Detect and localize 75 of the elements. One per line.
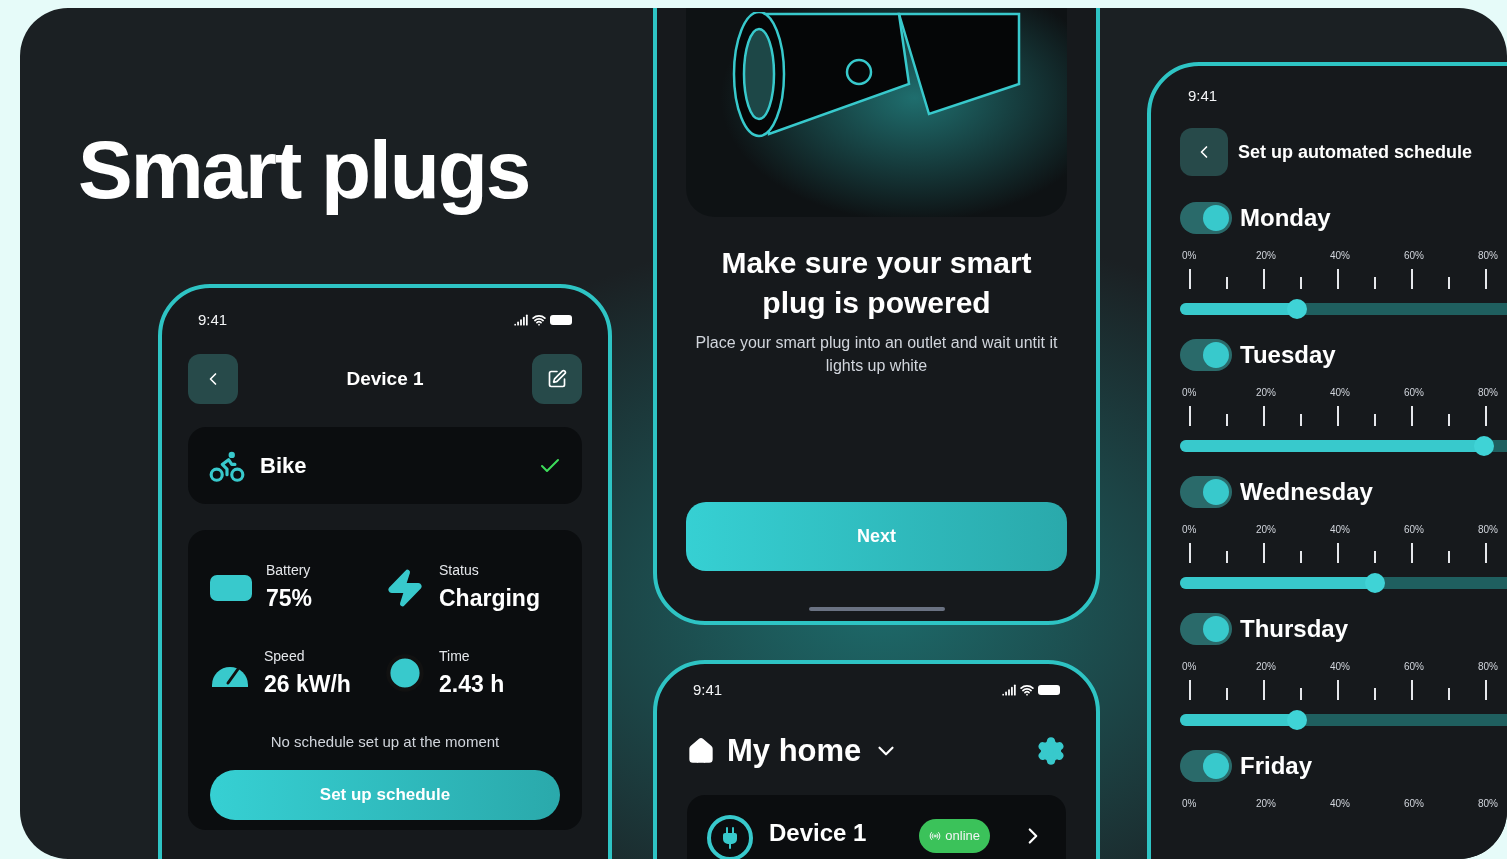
day-name: Tuesday [1240,340,1336,370]
tick-label: 20% [1256,386,1277,400]
slider-thumb[interactable] [1287,710,1307,730]
lightning-icon [385,567,425,608]
tick-label: 20% [1256,249,1277,263]
device-card[interactable]: Bike [188,427,582,504]
stat-label: Speed [264,646,306,666]
slider-thumb[interactable] [1365,573,1385,593]
battery-icon [1038,685,1060,695]
schedule-note: No schedule set up at the moment [269,732,501,752]
tick-label: 60% [1404,249,1425,263]
edit-button[interactable] [532,354,582,404]
status-badge: online [919,818,990,853]
day-toggle[interactable] [1180,613,1232,645]
device-card[interactable]: Device 1 online [687,794,1066,859]
day-name: Friday [1240,751,1313,781]
stat-value: 26 kW/h [264,669,351,699]
tick-label: 0% [1182,523,1198,537]
screen-title: Device 1 [346,366,424,391]
onboarding-description: Place your smart plug into an outlet and wait untit it lights up white [694,333,1059,376]
tick-label: 60% [1404,523,1425,537]
tick-label: 80% [1478,660,1499,674]
home-icon [687,737,715,766]
screen-title: Set up automated schedule [1238,140,1473,164]
tick-label: 40% [1330,523,1351,537]
tick-label: 80% [1478,797,1499,811]
device-name: Bike [260,452,308,480]
day-toggle[interactable] [1180,476,1232,508]
day-name: Monday [1240,203,1331,233]
tick-label: 80% [1478,386,1499,400]
battery-icon [550,315,572,325]
tick-label: 80% [1478,249,1499,263]
status-time: 9:41 [1188,85,1218,106]
tick-label: 20% [1256,660,1277,674]
day-name: Thursday [1240,614,1349,644]
signal-icon [514,313,528,327]
tick-label: 0% [1182,797,1198,811]
wifi-icon [532,313,546,327]
home-title: My home [727,732,862,770]
status-time: 9:41 [198,309,228,330]
tick-label: 0% [1182,386,1198,400]
tick-label: 80% [1478,523,1499,537]
tick-label: 60% [1404,660,1425,674]
day-toggle[interactable] [1180,750,1232,782]
tick-label: 60% [1404,797,1425,811]
tick-label: 0% [1182,660,1198,674]
tick-label: 40% [1330,660,1351,674]
stat-label: Time [439,646,471,666]
day-toggle[interactable] [1180,339,1232,371]
tick-label: 0% [1182,249,1198,263]
stat-value: 75% [266,584,313,613]
stat-label: Battery [266,561,312,580]
slider-thumb[interactable] [1474,436,1495,456]
battery-icon [210,574,252,601]
wifi-icon [1020,683,1034,697]
tick-label: 60% [1404,386,1425,400]
tick-label: 20% [1256,797,1277,811]
signal-icon [1002,683,1016,697]
plug-icon [707,814,753,859]
status-time: 9:41 [693,679,723,700]
tick-label: 40% [1330,249,1351,263]
stat-label: Status [439,561,480,580]
settings-icon[interactable] [1036,736,1066,767]
headline: Smart plugs [78,123,530,217]
tick-label: 40% [1330,797,1351,811]
slider-thumb[interactable] [1287,299,1307,319]
onboarding-title: Make sure your smart plug is powered [720,245,1033,321]
device-name: Device 1 [769,817,868,848]
stat-value: 2.43 h [439,669,505,699]
stat-value: Charging [439,584,540,613]
tick-label: 40% [1330,386,1351,400]
tick-label: 20% [1256,523,1277,537]
day-toggle[interactable] [1180,202,1232,234]
day-name: Wednesday [1240,477,1373,507]
edit-icon [547,369,567,389]
